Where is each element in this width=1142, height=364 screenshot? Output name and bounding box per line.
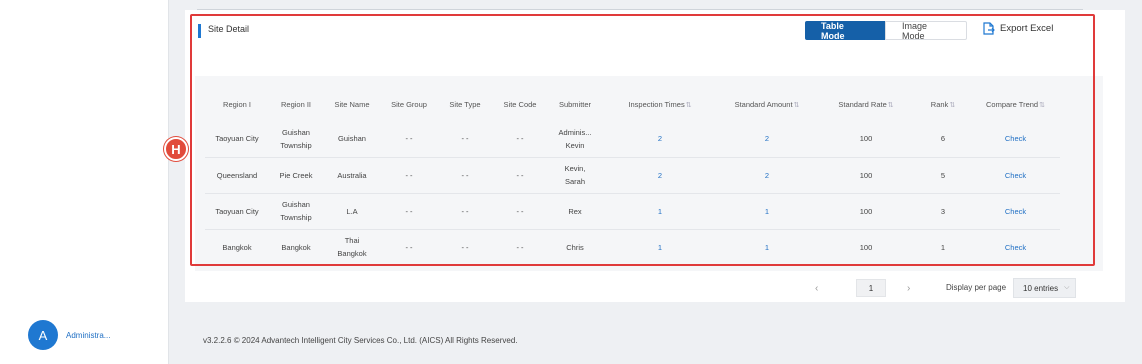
per-page-label: Display per page xyxy=(946,283,1007,292)
prev-page-icon[interactable]: ‹ xyxy=(815,283,818,294)
per-page-value: 10 entries xyxy=(1023,283,1059,293)
next-page-icon[interactable]: › xyxy=(907,283,910,294)
annotation-marker: H xyxy=(164,137,188,161)
user-profile[interactable]: A Administra... xyxy=(28,320,110,350)
sidebar: A Administra... xyxy=(0,0,169,364)
chevron-down-icon: ⌵ xyxy=(1064,284,1070,291)
annotation-highlight-box xyxy=(190,14,1095,266)
per-page-select[interactable]: 10 entries ⌵ xyxy=(1013,278,1076,298)
copyright-footer: v3.2.2.6 © 2024 Advantech Intelligent Ci… xyxy=(203,336,518,345)
user-name[interactable]: Administra... xyxy=(66,331,110,340)
avatar[interactable]: A xyxy=(28,320,58,350)
page-number-button[interactable]: 1 xyxy=(856,279,886,297)
